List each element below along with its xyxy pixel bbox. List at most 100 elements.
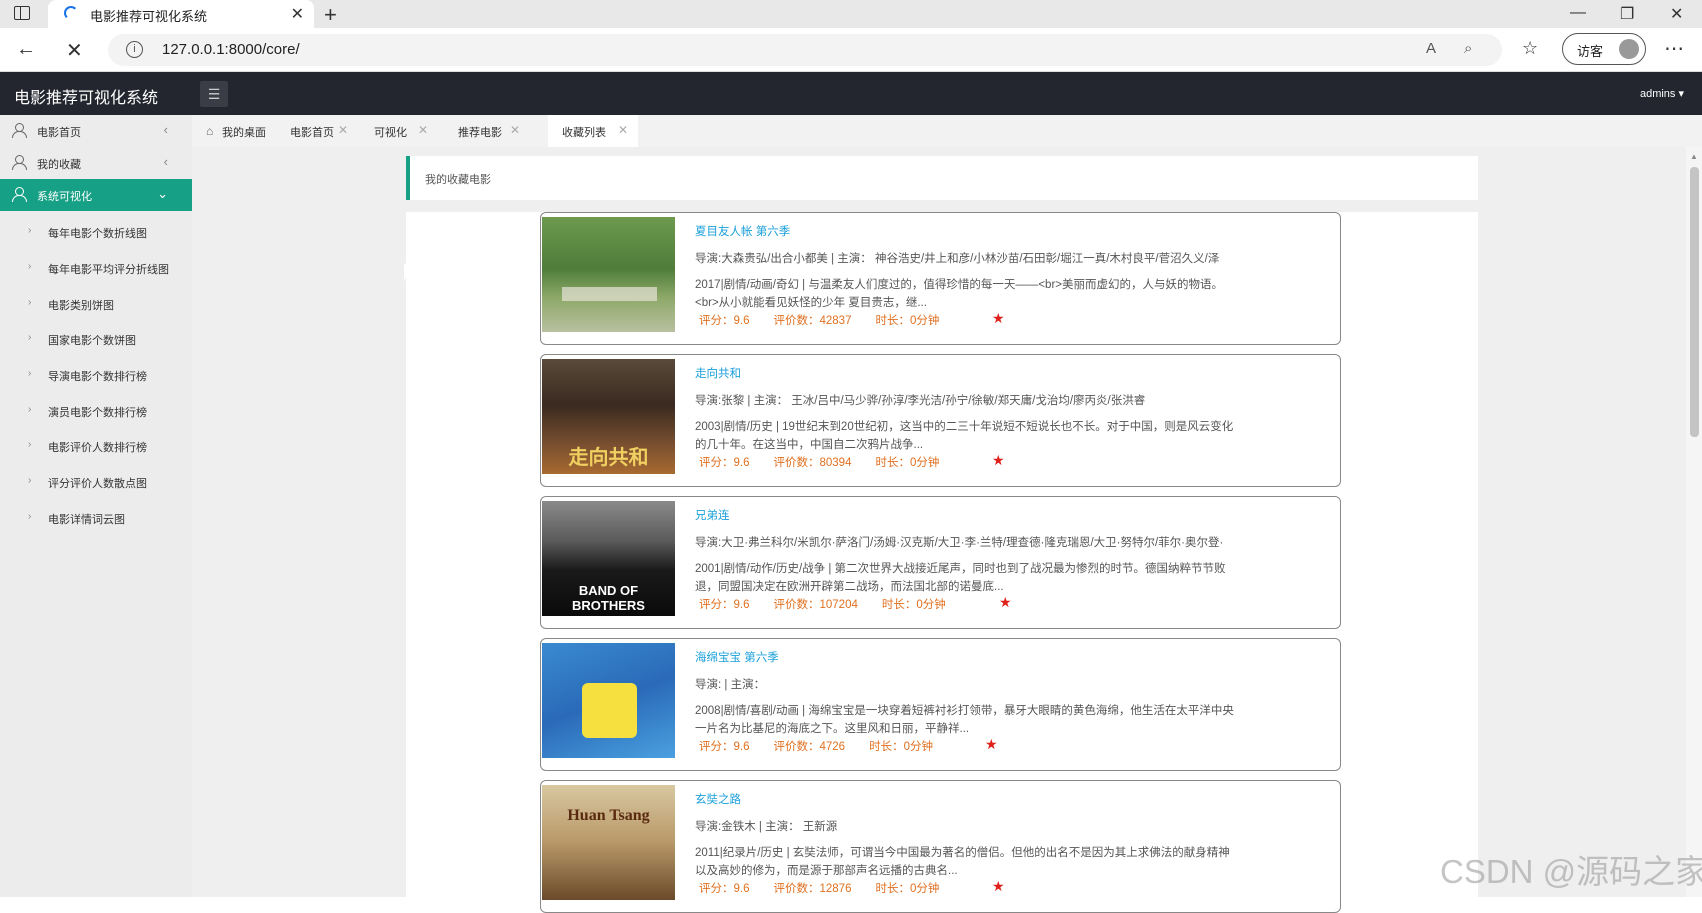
sidebar-item-label: 系统可视化 <box>37 191 92 203</box>
scroll-up-icon[interactable]: ▲ <box>1690 152 1698 161</box>
sidebar-subitem[interactable]: › 电影详情词云图 <box>0 501 192 535</box>
movie-card[interactable]: 夏目友人帐 第六季 导演:大森贵弘/出合小都美 | 主演： 神谷浩史/井上和彦/… <box>540 212 1341 345</box>
movie-title-link[interactable]: 走向共和 <box>695 365 741 381</box>
movie-credits: 导演:张黎 | 主演： 王冰/吕中/马少骅/孙淳/李光洁/孙宁/徐敏/郑天庸/戈… <box>695 395 1146 407</box>
url-field[interactable]: i 127.0.0.1:8000/core/ A ⌕ <box>108 34 1502 66</box>
movie-card[interactable]: Huan Tsang 玄奘之路 导演:金铁木 | 主演： 王新源 2011|纪录… <box>540 780 1341 913</box>
tab-recommend[interactable]: 推荐电影 ✕ <box>444 115 528 147</box>
scroll-thumb[interactable] <box>1690 167 1699 437</box>
close-window-icon[interactable]: ✕ <box>1670 4 1683 24</box>
info-icon[interactable]: i <box>126 41 143 58</box>
movie-stats: 评分：9.6 评价数：12876 时长：0分钟 <box>699 880 963 896</box>
movie-poster[interactable] <box>542 643 675 758</box>
movie-poster[interactable]: Huan Tsang <box>542 785 675 900</box>
sidebar-subitem-label: 国家电影个数饼图 <box>48 335 136 347</box>
sidebar-subitem[interactable]: › 每年电影平均评分折线图 <box>0 251 192 285</box>
sidebar-subitem-label: 每年电影个数折线图 <box>48 228 147 240</box>
sidebar-subitem[interactable]: › 每年电影个数折线图 <box>0 215 192 249</box>
movie-score: 评分：9.6 <box>699 457 750 469</box>
chevron-right-icon: › <box>28 368 32 379</box>
movie-credits: 导演:金铁木 | 主演： 王新源 <box>695 821 838 833</box>
movie-description: 2001|剧情/动作/历史/战争 | 第二次世界大战接近尾声，同时也到了战况最为… <box>695 563 1226 593</box>
mouse-cursor-icon <box>404 263 411 281</box>
section-title: 我的收藏电影 <box>425 174 491 186</box>
movie-credits: 导演: | 主演： <box>695 679 766 691</box>
chevron-right-icon: › <box>28 297 32 308</box>
close-icon[interactable]: ✕ <box>338 123 348 137</box>
tab-desktop[interactable]: ⌂ 我的桌面 <box>192 115 272 147</box>
sidebar-item-favorites[interactable]: 我的收藏 ‹ <box>0 147 192 179</box>
user-name: admins <box>1639 88 1676 100</box>
close-icon[interactable]: ✕ <box>418 123 428 137</box>
sidebar-subitem[interactable]: › 电影评价人数排行榜 <box>0 429 192 463</box>
movie-score: 评分：9.6 <box>699 599 750 611</box>
menu-toggle-icon[interactable]: ☰ <box>200 81 228 107</box>
tab-label: 可视化 <box>374 127 407 139</box>
movie-title-link[interactable]: 兄弟连 <box>695 507 730 523</box>
sidebar-subitem-label: 评分评价人数散点图 <box>48 478 147 490</box>
back-icon[interactable]: ← <box>16 38 36 61</box>
stop-loading-icon[interactable]: ✕ <box>66 38 83 63</box>
tab-label: 推荐电影 <box>458 127 502 139</box>
movie-title-link[interactable]: 玄奘之路 <box>695 791 741 807</box>
close-icon[interactable]: ✕ <box>510 123 520 137</box>
sidebar-subitem[interactable]: › 导演电影个数排行榜 <box>0 358 192 392</box>
content-area: 我的收藏电影 夏目友人帐 第六季 导演:大森贵弘/出合小都美 | 主演： 神谷浩… <box>192 147 1686 913</box>
user-icon <box>12 187 27 202</box>
restore-icon[interactable]: ❐ <box>1620 4 1634 24</box>
movie-card[interactable]: 海绵宝宝 第六季 导演: | 主演： 2008|剧情/喜剧/动画 | 海绵宝宝是… <box>540 638 1341 771</box>
tab-actions-icon[interactable] <box>14 6 30 20</box>
movie-stats: 评分：9.6 评价数：80394 时长：0分钟 <box>699 454 963 470</box>
movie-poster[interactable] <box>542 217 675 332</box>
minimize-icon[interactable]: — <box>1570 4 1586 22</box>
loading-spinner-icon <box>64 6 78 20</box>
app-title: 电影推荐可视化系统 <box>14 90 159 107</box>
sidebar-item-movie-home[interactable]: 电影首页 ‹ <box>0 115 192 147</box>
movie-stats: 评分：9.6 评价数：42837 时长：0分钟 <box>699 312 963 328</box>
read-aloud-icon[interactable]: A <box>1426 40 1436 57</box>
movie-card[interactable]: BAND OF BROTHERS 兄弟连 导演:大卫·弗兰科尔/米凯尔·萨洛门/… <box>540 496 1341 629</box>
sidebar-item-visualization[interactable]: 系统可视化 ⌄ <box>0 179 192 211</box>
movie-poster[interactable]: 走向共和 <box>542 359 675 474</box>
favorite-star-icon[interactable]: ★ <box>992 878 1005 895</box>
movie-poster[interactable]: BAND OF BROTHERS <box>542 501 675 616</box>
favorites-icon[interactable]: ☆ <box>1522 38 1538 59</box>
movie-duration: 时长：0分钟 <box>869 741 933 753</box>
url-text[interactable]: 127.0.0.1:8000/core/ <box>162 41 300 58</box>
close-tab-icon[interactable]: ✕ <box>291 4 304 24</box>
tab-favorites-list[interactable]: 收藏列表 ✕ <box>548 115 638 147</box>
tab-label: 电影首页 <box>290 127 334 139</box>
tab-label: 我的桌面 <box>222 127 266 139</box>
movie-card[interactable]: 走向共和 走向共和 导演:张黎 | 主演： 王冰/吕中/马少骅/孙淳/李光洁/孙… <box>540 354 1341 487</box>
close-icon[interactable]: ✕ <box>618 123 628 137</box>
favorite-star-icon[interactable]: ★ <box>992 310 1005 327</box>
sidebar-subitem[interactable]: › 电影类别饼图 <box>0 287 192 321</box>
sidebar-subitem-label: 电影评价人数排行榜 <box>48 442 147 454</box>
more-options-icon[interactable]: ⋯ <box>1664 36 1684 61</box>
browser-tab[interactable]: 电影推荐可视化系统 ✕ <box>48 0 314 28</box>
profile-button[interactable]: 访客 <box>1562 33 1646 65</box>
scrollbar[interactable]: ▲ <box>1686 147 1702 897</box>
movie-description: 2003|剧情/历史 | 19世纪末到20世纪初，这当中的二三十年说短不短说长也… <box>695 421 1234 451</box>
user-menu[interactable]: admins ▾ <box>1640 87 1684 100</box>
movie-title-link[interactable]: 海绵宝宝 第六季 <box>695 649 779 665</box>
movie-title-link[interactable]: 夏目友人帐 第六季 <box>695 223 790 239</box>
sidebar-subitem-label: 导演电影个数排行榜 <box>48 371 147 383</box>
movie-duration: 时长：0分钟 <box>881 599 946 611</box>
new-tab-icon[interactable]: + <box>324 2 337 28</box>
zoom-icon[interactable]: ⌕ <box>1464 40 1472 57</box>
movie-rating-count: 评价数：42837 <box>773 315 852 327</box>
favorite-star-icon[interactable]: ★ <box>999 594 1012 611</box>
chevron-right-icon: › <box>28 439 32 450</box>
favorite-star-icon[interactable]: ★ <box>992 452 1005 469</box>
movie-credits: 导演:大卫·弗兰科尔/米凯尔·萨洛门/汤姆·汉克斯/大卫·李·兰特/理查德·隆克… <box>695 537 1224 549</box>
sidebar-subitem[interactable]: › 国家电影个数饼图 <box>0 322 192 356</box>
sidebar-subitem[interactable]: › 评分评价人数散点图 <box>0 465 192 499</box>
tab-visualization[interactable]: 可视化 ✕ <box>360 115 436 147</box>
sidebar-subitem[interactable]: › 演员电影个数排行榜 <box>0 394 192 428</box>
favorite-star-icon[interactable]: ★ <box>985 736 998 753</box>
tab-movie-home[interactable]: 电影首页 ✕ <box>276 115 356 147</box>
sidebar-subitem-label: 电影类别饼图 <box>48 300 114 312</box>
chevron-left-icon: ‹ <box>163 154 168 169</box>
chevron-right-icon: › <box>28 225 32 236</box>
